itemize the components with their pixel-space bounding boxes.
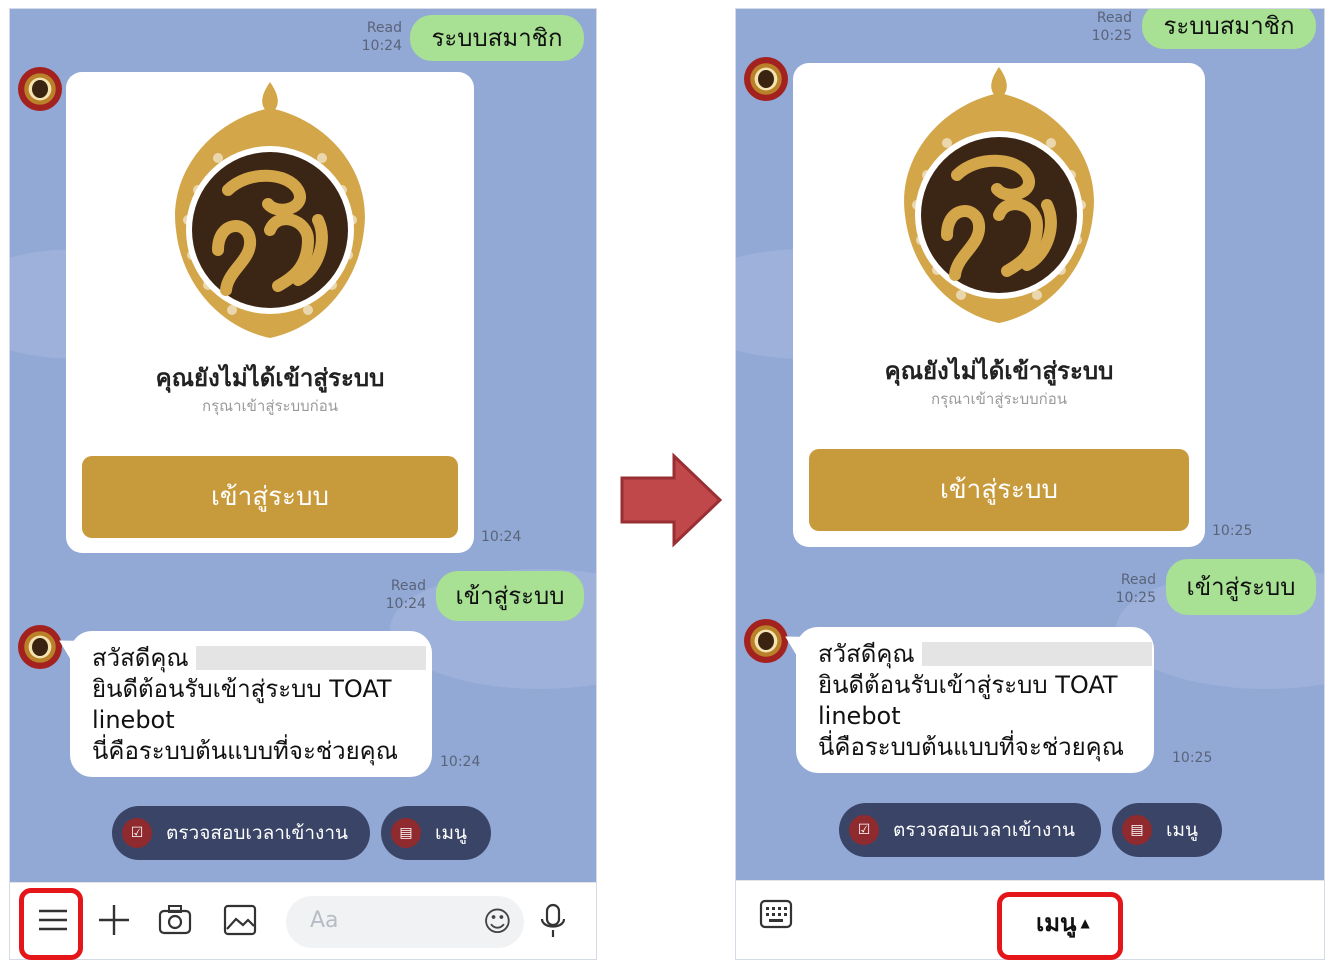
organization-emblem xyxy=(175,82,365,338)
microphone-icon[interactable] xyxy=(538,903,568,948)
card-title: คุณยังไม่ได้เข้าสู่ระบบ xyxy=(884,357,1114,385)
card-title: คุณยังไม่ได้เข้าสู่ระบบ xyxy=(155,364,385,392)
welcome-greeting: สวัสดีคุณ xyxy=(92,644,189,672)
plus-icon[interactable] xyxy=(96,903,132,939)
read-receipt: Read 10:25 xyxy=(1115,572,1156,606)
message-time: 10:24 xyxy=(481,529,522,545)
chat-toolbar: Aa ☺ xyxy=(10,882,596,959)
organization-emblem xyxy=(904,67,1094,323)
message-time: 10:25 xyxy=(1212,523,1253,539)
sent-message-bubble: เข้าสู่ระบบ xyxy=(436,571,584,621)
message-input[interactable]: Aa ☺ xyxy=(286,896,524,948)
welcome-greeting: สวัสดีคุณ xyxy=(818,640,915,668)
welcome-line: linebot xyxy=(818,702,901,730)
image-icon[interactable] xyxy=(222,903,258,939)
welcome-line: นี่คือระบบต้นแบบที่จะช่วยคุณ xyxy=(818,733,1124,761)
highlight-box-menu-toggle xyxy=(19,888,83,960)
highlight-box-rich-menu xyxy=(997,892,1123,960)
sent-message-text: เข้าสู่ระบบ xyxy=(1186,573,1296,601)
bot-avatar[interactable] xyxy=(18,67,62,111)
clipboard-icon: ▤ xyxy=(1122,815,1152,845)
quick-reply-check-in-time[interactable]: ☑ ตรวจสอบเวลาเข้างาน xyxy=(112,806,370,860)
sent-message-bubble: เข้าสู่ระบบ xyxy=(1166,559,1316,615)
login-card: คุณยังไม่ได้เข้าสู่ระบบ กรุณาเข้าสู่ระบบ… xyxy=(66,72,474,553)
sent-message-text: ระบบสมาชิก xyxy=(431,24,563,52)
sent-message-text: ระบบสมาชิก xyxy=(1163,12,1295,40)
quick-reply-check-in-time[interactable]: ☑ ตรวจสอบเวลาเข้างาน xyxy=(839,803,1101,857)
redacted-name xyxy=(922,642,1153,666)
sent-message-bubble: ระบบสมาชิก xyxy=(410,15,584,61)
quick-reply-menu[interactable]: ▤ เมนู xyxy=(381,806,491,860)
checkbox-icon: ☑ xyxy=(122,818,152,848)
login-button[interactable]: เข้าสู่ระบบ xyxy=(82,456,458,538)
checkbox-icon: ☑ xyxy=(849,815,879,845)
right-arrow-icon xyxy=(620,452,722,548)
camera-icon[interactable] xyxy=(157,903,193,939)
chat-screen-before: Read 10:24 ระบบสมาชิก คุณยังไม่ได้เข้าสู… xyxy=(9,8,597,960)
chat-screen-after: Read 10:25 ระบบสมาชิก คุณยังไม่ได้เข้าสู… xyxy=(735,8,1325,960)
message-input-placeholder: Aa xyxy=(310,908,339,933)
welcome-message-bubble: สวัสดีคุณ ยินดีต้อนรับเข้าสู่ระบบ TOAT l… xyxy=(54,631,432,777)
keyboard-icon[interactable] xyxy=(758,899,794,935)
card-subtitle: กรุณาเข้าสู่ระบบก่อน xyxy=(931,390,1067,408)
bot-avatar[interactable] xyxy=(744,57,788,101)
read-receipt: Read 10:25 xyxy=(1091,10,1132,44)
card-subtitle: กรุณาเข้าสู่ระบบก่อน xyxy=(202,397,338,415)
welcome-line: นี่คือระบบต้นแบบที่จะช่วยคุณ xyxy=(92,737,398,765)
read-receipt: Read 10:24 xyxy=(361,20,402,54)
welcome-line: ยินดีต้อนรับเข้าสู่ระบบ TOAT xyxy=(818,671,1118,699)
login-button[interactable]: เข้าสู่ระบบ xyxy=(809,449,1189,531)
message-time: 10:24 xyxy=(440,754,481,770)
welcome-line: linebot xyxy=(92,706,175,734)
welcome-line: ยินดีต้อนรับเข้าสู่ระบบ TOAT xyxy=(92,675,392,703)
sent-message-text: เข้าสู่ระบบ xyxy=(455,582,565,610)
login-card: คุณยังไม่ได้เข้าสู่ระบบ กรุณาเข้าสู่ระบบ… xyxy=(793,63,1205,547)
sent-message-bubble: ระบบสมาชิก xyxy=(1142,9,1316,49)
emoji-icon[interactable]: ☺ xyxy=(483,906,512,938)
redacted-name xyxy=(196,646,427,670)
clipboard-icon: ▤ xyxy=(391,818,421,848)
message-time: 10:25 xyxy=(1172,750,1213,766)
read-receipt: Read 10:24 xyxy=(385,578,426,612)
welcome-message-bubble: สวัสดีคุณ ยินดีต้อนรับเข้าสู่ระบบ TOAT l… xyxy=(780,627,1154,773)
quick-reply-menu[interactable]: ▤ เมนู xyxy=(1112,803,1222,857)
